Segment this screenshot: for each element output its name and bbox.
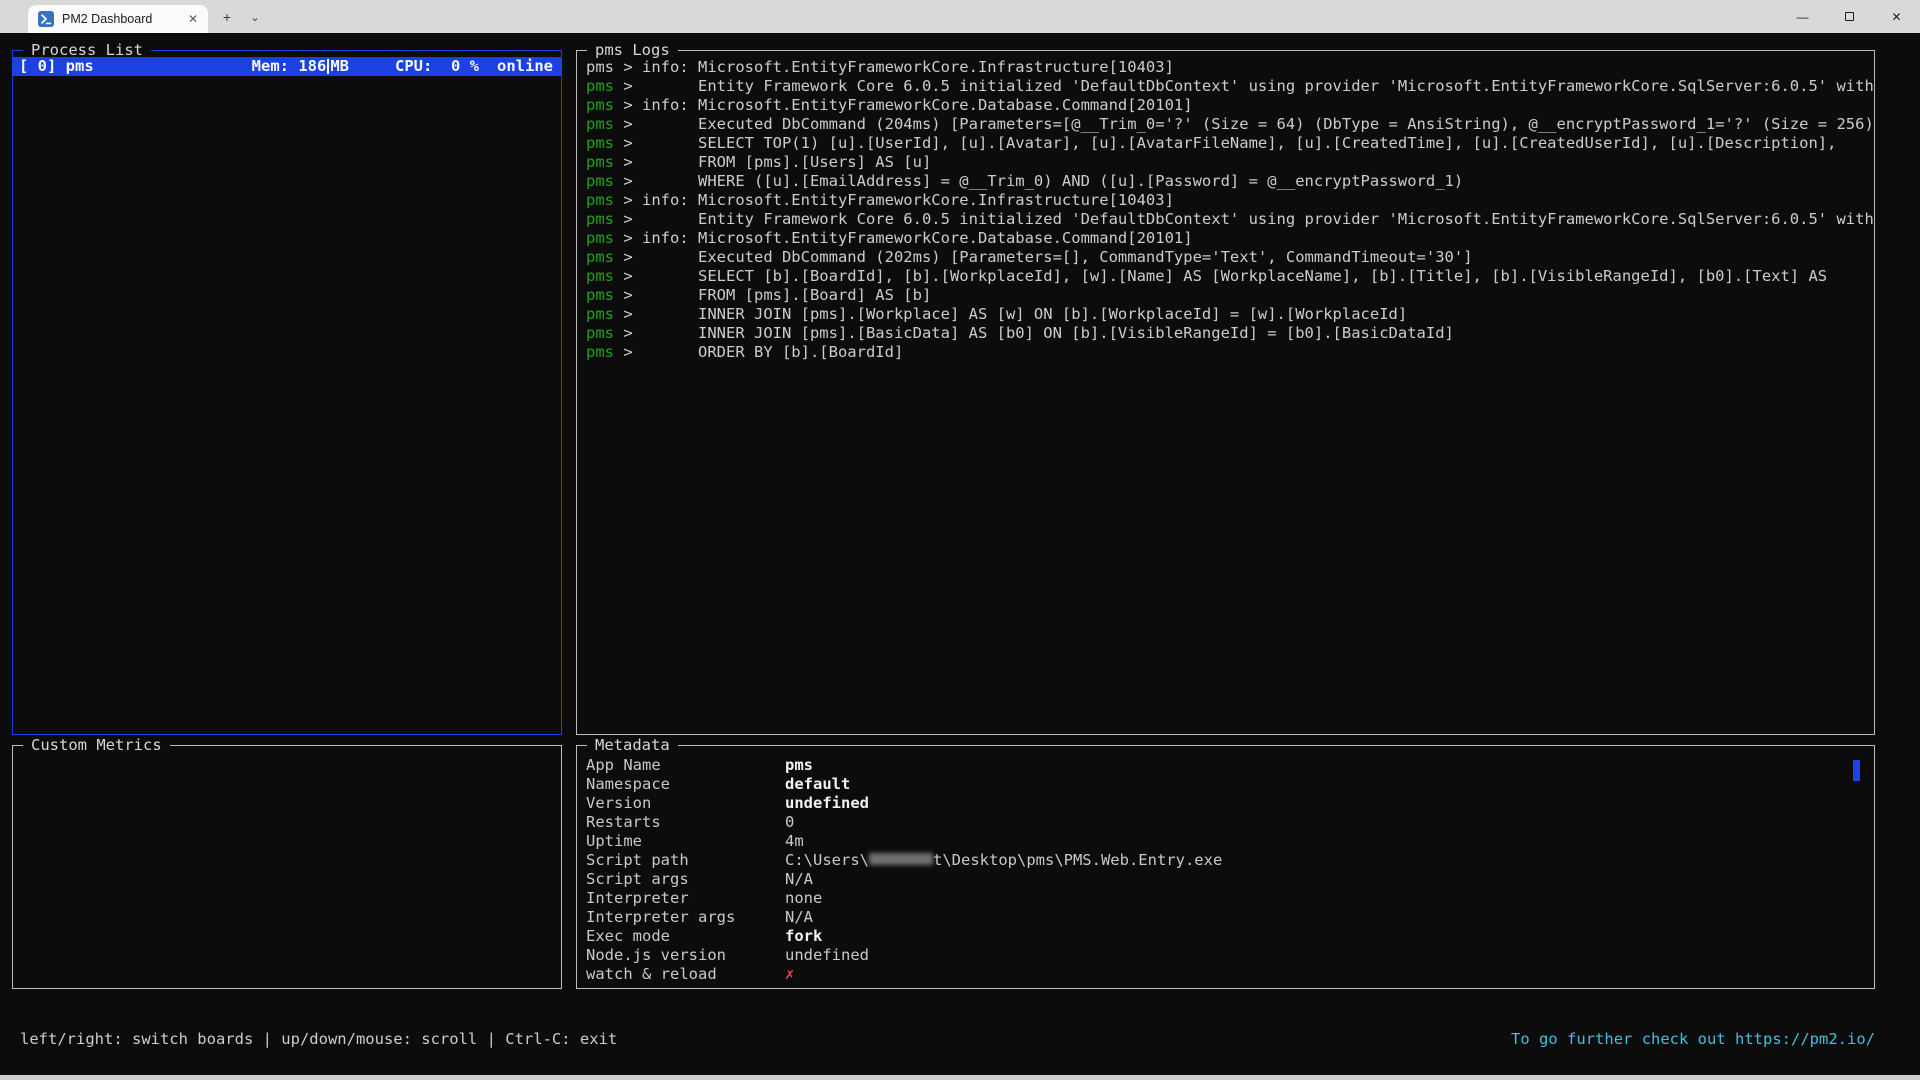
metadata-row: Namespacedefault <box>586 775 1874 794</box>
redacted-username <box>869 853 933 865</box>
metadata-row: Script pathC:\Users\t\Desktop\pms\PMS.We… <box>586 851 1874 870</box>
log-line: pms > INNER JOIN [pms].[Workplace] AS [w… <box>586 305 1874 324</box>
mem-unit: MB <box>330 57 349 76</box>
cpu-label: CPU: <box>395 57 432 76</box>
window-titlebar: PM2 Dashboard ✕ + ⌄ — ✕ <box>0 0 1920 33</box>
log-line: pms > FROM [pms].[Users] AS [u] <box>586 153 1874 172</box>
keyboard-help-text: left/right: switch boards | up/down/mous… <box>20 1030 617 1049</box>
logs-panel: pms Logs pms > info: Microsoft.EntityFra… <box>576 50 1875 735</box>
metadata-panel: Metadata App NamepmsNamespacedefaultVers… <box>576 745 1875 989</box>
status-badge: online <box>497 57 553 76</box>
process-name: [ 0] pms <box>19 57 94 76</box>
metadata-row: App Namepms <box>586 756 1874 775</box>
process-list-panel: Process List [ 0] pms Mem: 186MBCPU: 0 %… <box>12 50 562 735</box>
restore-icon[interactable] <box>1826 0 1873 33</box>
terminal-cursor <box>327 59 329 74</box>
custom-metrics-panel: Custom Metrics <box>12 745 562 989</box>
log-line: pms > info: Microsoft.EntityFrameworkCor… <box>586 191 1874 210</box>
terminal-screen: Process List [ 0] pms Mem: 186MBCPU: 0 %… <box>0 33 1920 1075</box>
metadata-row: Interpreter argsN/A <box>586 908 1874 927</box>
log-line: pms > FROM [pms].[Board] AS [b] <box>586 286 1874 305</box>
metadata-row: Node.js versionundefined <box>586 946 1874 965</box>
log-line: pms > WHERE ([u].[EmailAddress] = @__Tri… <box>586 172 1874 191</box>
window-controls: — ✕ <box>1779 0 1920 33</box>
window-bottom-edge <box>0 1075 1920 1080</box>
scrollbar-thumb[interactable] <box>1853 760 1860 781</box>
log-line: pms > SELECT TOP(1) [u].[UserId], [u].[A… <box>586 134 1874 153</box>
log-line: pms > info: Microsoft.EntityFrameworkCor… <box>586 229 1874 248</box>
close-icon[interactable]: ✕ <box>1873 0 1920 33</box>
mem-label: Mem: <box>252 57 299 76</box>
status-bar: left/right: switch boards | up/down/mous… <box>0 1030 1920 1049</box>
metadata-rows: App NamepmsNamespacedefaultVersionundefi… <box>577 746 1874 988</box>
log-line: pms > Entity Framework Core 6.0.5 initia… <box>586 77 1874 96</box>
metadata-row: Exec modefork <box>586 927 1874 946</box>
mem-value: 186 <box>298 57 326 76</box>
metadata-row: Restarts0 <box>586 813 1874 832</box>
restore-glyph <box>1845 12 1854 21</box>
cpu-value: 0 % <box>432 57 479 76</box>
metadata-row: Uptime4m <box>586 832 1874 851</box>
log-line: pms > info: Microsoft.EntityFrameworkCor… <box>586 96 1874 115</box>
process-row[interactable]: [ 0] pms Mem: 186MB CPU: 0 % online <box>13 57 561 76</box>
process-stats: Mem: 186MB CPU: 0 % online <box>252 57 553 76</box>
process-list-body: [ 0] pms Mem: 186MB CPU: 0 % online <box>13 51 561 734</box>
tab-close-icon[interactable]: ✕ <box>188 13 198 25</box>
new-tab-button[interactable]: + <box>216 6 238 28</box>
metadata-row: Script argsN/A <box>586 870 1874 889</box>
custom-metrics-body <box>13 746 561 988</box>
log-line: pms > info: Microsoft.EntityFrameworkCor… <box>586 58 1874 77</box>
log-line: pms > Executed DbCommand (204ms) [Parame… <box>586 115 1874 134</box>
pm2-link[interactable]: To go further check out https://pm2.io/ <box>1511 1030 1875 1049</box>
tab-dropdown-icon[interactable]: ⌄ <box>244 6 266 28</box>
metadata-row: Interpreternone <box>586 889 1874 908</box>
powershell-icon <box>38 11 54 27</box>
tab-title: PM2 Dashboard <box>62 12 180 26</box>
log-line: pms > Executed DbCommand (202ms) [Parame… <box>586 248 1874 267</box>
log-line: pms > Entity Framework Core 6.0.5 initia… <box>586 210 1874 229</box>
log-lines[interactable]: pms > info: Microsoft.EntityFrameworkCor… <box>577 51 1874 734</box>
log-line: pms > ORDER BY [b].[BoardId] <box>586 343 1874 362</box>
log-line: pms > INNER JOIN [pms].[BasicData] AS [b… <box>586 324 1874 343</box>
log-line: pms > SELECT [b].[BoardId], [b].[Workpla… <box>586 267 1874 286</box>
terminal-tab[interactable]: PM2 Dashboard ✕ <box>28 5 208 33</box>
minimize-icon[interactable]: — <box>1779 0 1826 33</box>
metadata-row: Versionundefined <box>586 794 1874 813</box>
metadata-row: watch & reload✗ <box>586 965 1874 984</box>
